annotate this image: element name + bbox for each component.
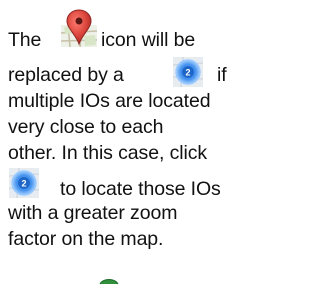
- line-2-before: replaced by a: [8, 64, 124, 86]
- line-4: very close to each: [8, 116, 164, 138]
- line-6-after: to locate those IOs: [60, 178, 221, 200]
- cluster-count: 2: [185, 68, 190, 78]
- line-7: with a greater zoom: [8, 202, 178, 224]
- cluster-icon: 2: [173, 57, 203, 87]
- line-8: factor on the map.: [8, 228, 164, 250]
- line-2: replaced by a: [8, 63, 124, 87]
- map-pin-icon: [60, 9, 98, 48]
- line-5: other. In this case, click: [8, 142, 207, 164]
- cluster-count-2: 2: [21, 179, 26, 189]
- help-text-snippet: The icon will be replaced by a 2 if mult…: [0, 0, 279, 285]
- cluster-icon-2: 2: [9, 168, 39, 198]
- line-2-after: if: [217, 64, 227, 86]
- line-1-after: icon will be: [101, 29, 196, 51]
- line-3: multiple IOs are located: [8, 90, 211, 112]
- cropped-icon-fragment: [99, 279, 119, 285]
- line-1: The: [8, 28, 41, 52]
- line-1-before: The: [8, 29, 42, 51]
